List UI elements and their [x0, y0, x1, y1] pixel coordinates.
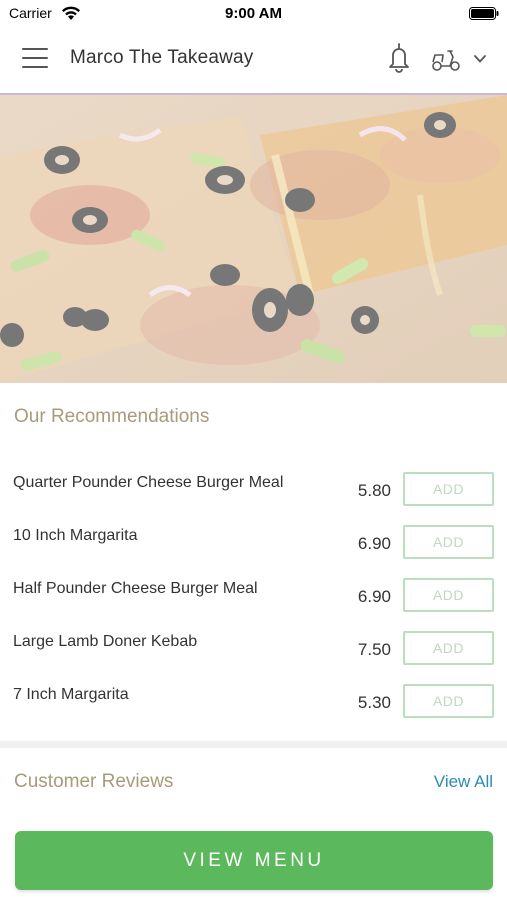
bell-icon[interactable]	[385, 42, 413, 74]
view-menu-button[interactable]: VIEW MENU	[15, 831, 493, 890]
add-button[interactable]: ADD	[403, 472, 494, 506]
status-time: 9:00 AM	[225, 5, 282, 22]
item-price: 5.30	[357, 693, 391, 712]
item-price: 6.90	[357, 587, 391, 606]
list-item: Large Lamb Doner Kebab 7.50 ADD	[0, 619, 507, 672]
list-item: 10 Inch Margarita 6.90 ADD	[0, 513, 507, 566]
status-bar: Carrier 9:00 AM	[0, 0, 507, 27]
battery-icon	[469, 7, 499, 20]
scooter-icon[interactable]	[430, 45, 462, 73]
recommendations-title: Our Recommendations	[14, 406, 210, 427]
add-button[interactable]: ADD	[403, 631, 494, 665]
item-price: 7.50	[357, 640, 391, 659]
view-all-reviews-link[interactable]: View All	[434, 772, 493, 792]
pizza-illustration	[0, 95, 507, 383]
item-name: Half Pounder Cheese Burger Meal	[13, 580, 258, 597]
chevron-down-icon[interactable]	[472, 53, 488, 65]
recommendations-list: Quarter Pounder Cheese Burger Meal 5.80 …	[0, 460, 507, 725]
menu-icon[interactable]	[22, 48, 48, 70]
list-item: 7 Inch Margarita 5.30 ADD	[0, 672, 507, 725]
restaurant-title: Marco The Takeaway	[70, 47, 254, 68]
list-item: Half Pounder Cheese Burger Meal 6.90 ADD	[0, 566, 507, 619]
item-name: 10 Inch Margarita	[13, 527, 138, 544]
item-name: 7 Inch Margarita	[13, 686, 129, 703]
add-button[interactable]: ADD	[403, 578, 494, 612]
item-price: 5.80	[357, 481, 391, 500]
reviews-title: Customer Reviews	[14, 771, 174, 792]
add-button[interactable]: ADD	[403, 525, 494, 559]
item-name: Quarter Pounder Cheese Burger Meal	[13, 474, 284, 491]
item-name: Large Lamb Doner Kebab	[13, 633, 198, 650]
list-item: Quarter Pounder Cheese Burger Meal 5.80 …	[0, 460, 507, 513]
hero-pizza-image	[0, 93, 507, 383]
app-header: Marco The Takeaway	[0, 27, 507, 93]
section-divider	[0, 741, 507, 748]
add-button[interactable]: ADD	[403, 684, 494, 718]
item-price: 6.90	[357, 534, 391, 553]
